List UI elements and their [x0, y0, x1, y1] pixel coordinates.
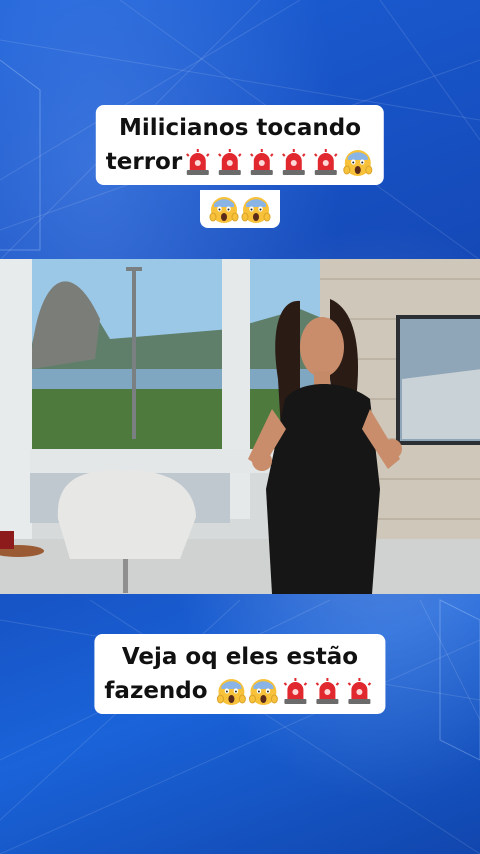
- top-caption-line1: Milicianos tocando: [118, 115, 362, 141]
- scream-face-icon: [217, 678, 247, 705]
- siren-icon: [315, 677, 340, 704]
- bottom-caption-line1: Veja oq eles estão: [121, 644, 359, 670]
- top-caption-line3: [208, 192, 272, 226]
- siren-icon: [218, 148, 242, 175]
- siren-icon: [250, 148, 274, 175]
- scream-face-icon: [343, 149, 373, 176]
- bottom-caption-line2-text: fazendo: [104, 678, 208, 704]
- siren-icon: [314, 148, 338, 175]
- studio-scene: [0, 259, 480, 594]
- siren-icon: [283, 677, 308, 704]
- bottom-caption: Veja oq eles estão fazendo: [94, 634, 386, 714]
- scream-face-icon: [241, 196, 271, 223]
- siren-icon: [186, 148, 210, 175]
- siren-icon: [282, 148, 306, 175]
- bottom-caption-line2: fazendo: [104, 674, 375, 708]
- top-caption: Milicianos tocando terror: [95, 105, 385, 185]
- scream-face-icon: [249, 678, 279, 705]
- siren-icon: [347, 677, 372, 704]
- top-caption-line2: terror: [106, 145, 374, 179]
- top-caption-line2-text: terror: [105, 149, 183, 175]
- top-caption-extra: [200, 190, 280, 228]
- scream-face-icon: [209, 196, 239, 223]
- video-frame[interactable]: [0, 259, 480, 594]
